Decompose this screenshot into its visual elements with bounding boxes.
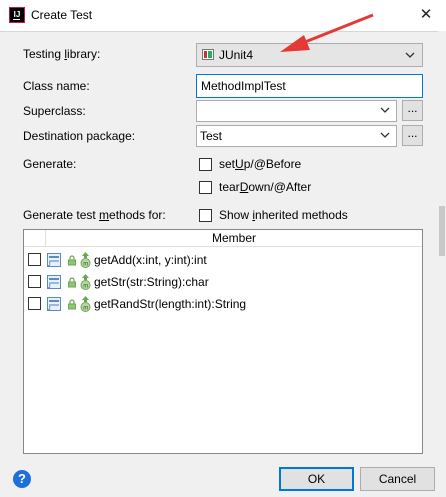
generate-label: Generate:	[23, 157, 77, 171]
ok-button[interactable]: OK	[279, 467, 354, 491]
destination-browse-button[interactable]: ...	[402, 125, 423, 146]
junit-icon	[202, 49, 214, 60]
chevron-down-icon	[380, 107, 390, 113]
teardown-checkbox-label[interactable]: tearDown/@After	[219, 180, 311, 194]
help-icon[interactable]: ?	[13, 470, 31, 488]
superclass-label: Superclass:	[23, 104, 86, 118]
table-row[interactable]: J m getRandStr(length:int):String	[24, 293, 422, 315]
select-column-header[interactable]	[24, 230, 46, 247]
chevron-down-icon	[380, 132, 390, 138]
setup-checkbox-label[interactable]: setUp/@Before	[219, 157, 301, 171]
member-signature: getRandStr(length:int):String	[94, 297, 247, 311]
chevron-down-icon	[405, 52, 415, 58]
testing-library-label: Testing library:	[23, 47, 101, 61]
class-name-input[interactable]: MethodImplTest	[196, 74, 423, 98]
testing-library-select[interactable]: JUnit4	[196, 43, 423, 67]
superclass-select[interactable]	[196, 100, 397, 122]
svg-text:m: m	[83, 284, 88, 290]
member-signature: getStr(str:String):char	[94, 275, 209, 289]
table-row[interactable]: J m getAdd(x:int, y:int):int	[24, 249, 422, 271]
members-table[interactable]: Member J m getAdd(x:int, y:int):int J m …	[23, 229, 423, 454]
class-icon: J	[47, 253, 61, 267]
close-icon[interactable]: ✕	[414, 4, 438, 26]
window-title: Create Test	[31, 8, 93, 22]
lock-icon	[68, 277, 76, 288]
method-icon: m	[80, 296, 91, 312]
lock-icon	[68, 255, 76, 266]
cancel-button[interactable]: Cancel	[360, 467, 435, 491]
class-icon: J	[47, 297, 61, 311]
methods-for-label: Generate test methods for:	[23, 208, 166, 222]
show-inherited-label[interactable]: Show inherited methods	[219, 208, 348, 222]
svg-text:m: m	[83, 262, 88, 268]
setup-checkbox[interactable]	[199, 158, 212, 171]
destination-package-select[interactable]: Test	[196, 125, 397, 147]
superclass-browse-button[interactable]: ...	[402, 100, 423, 121]
member-column-header[interactable]: Member	[46, 230, 422, 247]
member-checkbox[interactable]	[28, 253, 41, 266]
title-bar: IJ Create Test ✕	[0, 0, 446, 31]
table-row[interactable]: J m getStr(str:String):char	[24, 271, 422, 293]
teardown-checkbox[interactable]	[199, 181, 212, 194]
destination-package-value: Test	[200, 129, 223, 143]
class-name-label: Class name:	[23, 79, 90, 93]
member-checkbox[interactable]	[28, 297, 41, 310]
method-icon: m	[80, 274, 91, 290]
dialog-body: Testing library: JUnit4 Class name: Meth…	[0, 31, 446, 497]
lock-icon	[68, 299, 76, 310]
testing-library-value: JUnit4	[219, 48, 254, 62]
method-icon: m	[80, 252, 91, 268]
svg-text:m: m	[83, 306, 88, 312]
page-scrollbar[interactable]	[438, 31, 446, 497]
scrollbar-thumb[interactable]	[439, 206, 445, 256]
class-icon: J	[47, 275, 61, 289]
show-inherited-checkbox[interactable]	[199, 209, 212, 222]
member-checkbox[interactable]	[28, 275, 41, 288]
member-signature: getAdd(x:int, y:int):int	[94, 253, 207, 267]
intellij-app-icon: IJ	[9, 7, 25, 23]
destination-package-label: Destination package:	[23, 129, 136, 143]
